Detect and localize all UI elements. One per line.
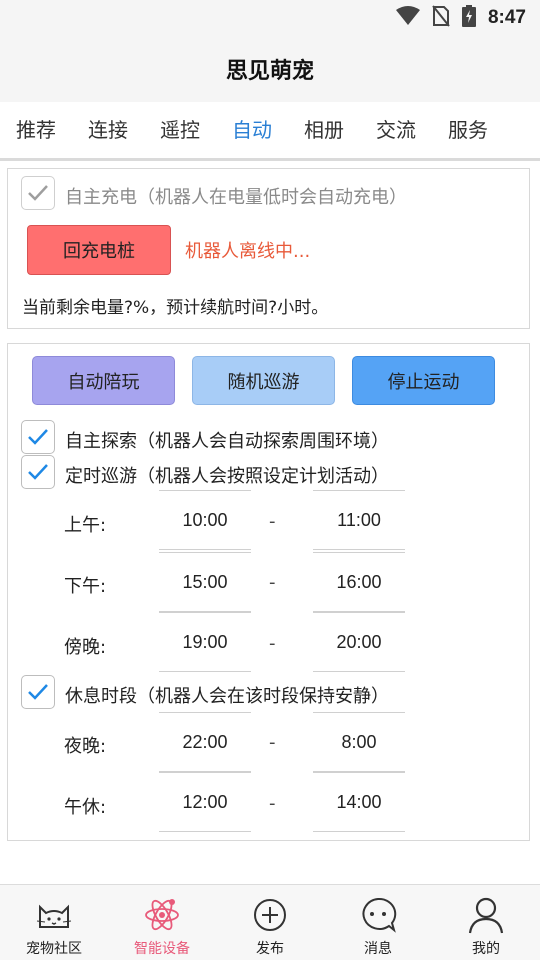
- title-bar: 思见萌宠: [0, 36, 540, 102]
- nav-pet-community[interactable]: 宠物社区: [0, 885, 108, 960]
- tab-auto[interactable]: 自动: [216, 102, 288, 158]
- check-icon: [28, 429, 48, 445]
- time-separator: -: [269, 572, 276, 593]
- time-separator: -: [269, 732, 276, 753]
- time-separator: -: [269, 633, 276, 654]
- slot-label-night: 夜晚:: [64, 736, 107, 757]
- nav-label: 智能设备: [134, 941, 190, 957]
- user-icon: [466, 895, 506, 935]
- nap-start-time[interactable]: 12:00: [159, 772, 251, 832]
- nav-publish[interactable]: 发布: [216, 885, 324, 960]
- tab-album[interactable]: 相册: [288, 102, 360, 158]
- rest-period-label: 休息时段（机器人会在该时段保持安静）: [65, 686, 389, 707]
- afternoon-start-time[interactable]: 15:00: [159, 552, 251, 612]
- evening-end-time[interactable]: 20:00: [313, 612, 405, 672]
- check-icon: [28, 684, 48, 700]
- nap-end-time[interactable]: 14:00: [313, 772, 405, 832]
- random-roam-button[interactable]: 随机巡游: [192, 356, 335, 405]
- morning-start-time[interactable]: 10:00: [159, 490, 251, 550]
- night-end-time[interactable]: 8:00: [313, 712, 405, 772]
- morning-end-time[interactable]: 11:00: [313, 490, 405, 550]
- check-icon: [28, 464, 48, 480]
- nav-label: 发布: [256, 941, 284, 957]
- chat-bubble-icon: [358, 895, 398, 935]
- check-icon: [28, 185, 48, 201]
- evening-start-time[interactable]: 19:00: [159, 612, 251, 672]
- nav-profile[interactable]: 我的: [432, 885, 540, 960]
- slot-label-nap: 午休:: [64, 797, 107, 818]
- time-separator: -: [269, 793, 276, 814]
- auto-play-button[interactable]: 自动陪玩: [32, 356, 175, 405]
- scheduled-patrol-checkbox[interactable]: [21, 455, 55, 489]
- page-title: 思见萌宠: [225, 59, 314, 84]
- tab-remote[interactable]: 遥控: [144, 102, 216, 158]
- slot-label-afternoon: 下午:: [64, 576, 107, 597]
- nav-messages[interactable]: 消息: [324, 885, 432, 960]
- charging-card: 自主充电（机器人在电量低时会自动充电） 回充电桩 机器人离线中... 当前剩余电…: [7, 168, 530, 329]
- tab-connect[interactable]: 连接: [72, 102, 144, 158]
- night-start-time[interactable]: 22:00: [159, 712, 251, 772]
- wifi-icon: [395, 6, 420, 30]
- auto-explore-label: 自主探索（机器人会自动探索周围环境）: [65, 431, 389, 452]
- tab-community[interactable]: 交流: [360, 102, 432, 158]
- auto-charge-checkbox[interactable]: [21, 176, 55, 210]
- nav-label: 我的: [472, 941, 500, 957]
- nav-label: 宠物社区: [26, 941, 82, 957]
- atom-icon: [142, 895, 182, 935]
- tab-service[interactable]: 服务: [432, 102, 504, 158]
- afternoon-end-time[interactable]: 16:00: [313, 552, 405, 612]
- cat-icon: [34, 895, 74, 935]
- scheduled-patrol-label: 定时巡游（机器人会按照设定计划活动）: [65, 466, 389, 487]
- status-time: 8:47: [487, 7, 526, 28]
- tab-bar: 推荐 连接 遥控 自动 相册 交流 服务: [0, 102, 540, 158]
- nav-label: 消息: [364, 941, 392, 957]
- bottom-nav: 宠物社区 智能设备 发布 消息 我的: [0, 884, 540, 960]
- slot-label-evening: 傍晚:: [64, 637, 107, 658]
- battery-info: 当前剩余电量?%，预计续航时间?小时。: [22, 298, 329, 318]
- nav-smart-device[interactable]: 智能设备: [108, 885, 216, 960]
- auto-explore-checkbox[interactable]: [21, 420, 55, 454]
- auto-charge-label: 自主充电（机器人在电量低时会自动充电）: [65, 187, 407, 208]
- tab-recommend[interactable]: 推荐: [0, 102, 72, 158]
- offline-status: 机器人离线中...: [185, 241, 311, 262]
- plus-circle-icon: [250, 895, 290, 935]
- slot-label-morning: 上午:: [64, 515, 107, 536]
- time-separator: -: [269, 511, 276, 532]
- status-bar: 8:47: [0, 0, 540, 36]
- stop-motion-button[interactable]: 停止运动: [352, 356, 495, 405]
- rest-period-checkbox[interactable]: [21, 675, 55, 709]
- battery-charging-icon: [461, 5, 476, 31]
- tab-divider: [0, 158, 540, 161]
- no-sim-icon: [432, 5, 450, 31]
- return-to-dock-button[interactable]: 回充电桩: [27, 225, 171, 275]
- auto-mode-card: 自动陪玩 随机巡游 停止运动 自主探索（机器人会自动探索周围环境） 定时巡游（机…: [7, 343, 530, 841]
